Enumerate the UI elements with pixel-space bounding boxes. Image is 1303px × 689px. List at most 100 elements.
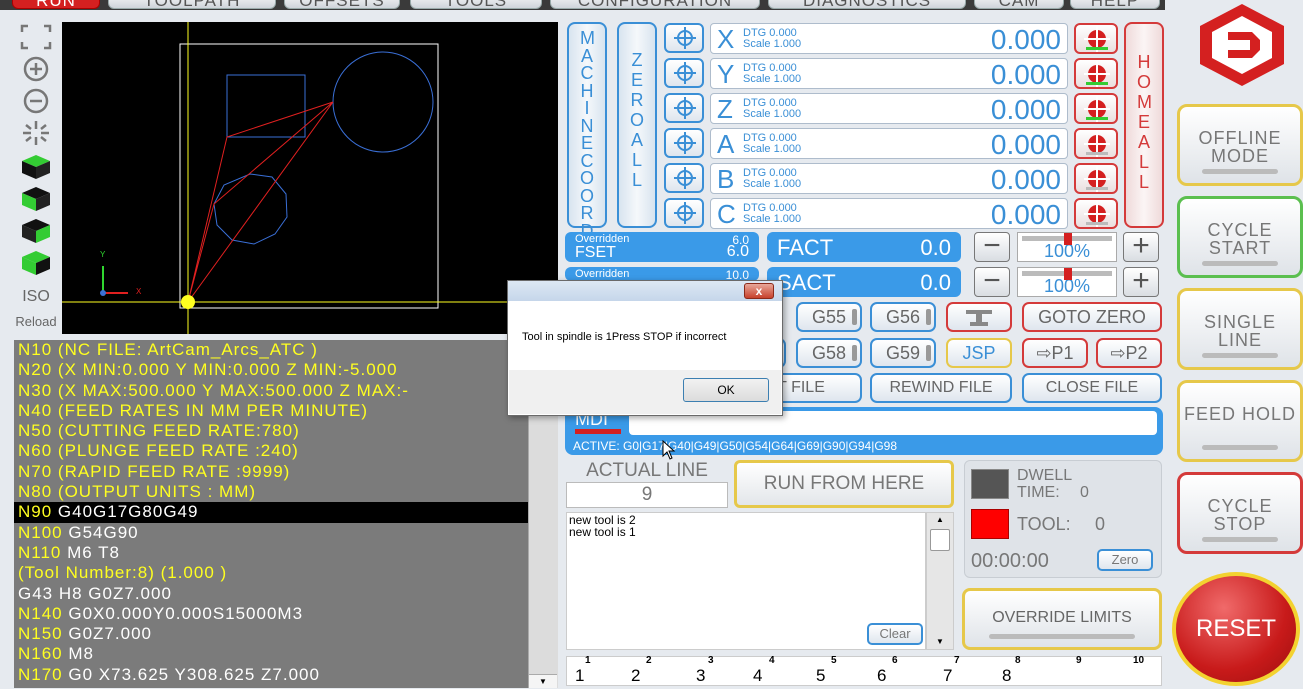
gcode-line[interactable]: N160 M8	[14, 644, 528, 664]
home-b-button[interactable]	[1074, 163, 1118, 194]
override-limits-button[interactable]: OVERRIDE LIMITS	[962, 588, 1162, 650]
gcode-line-current[interactable]: N90 G40G17G80G49	[14, 502, 528, 523]
zero-y-button[interactable]	[664, 58, 704, 88]
gcode-line[interactable]: N40 (FEED RATES IN MM PER MINUTE)	[14, 401, 528, 421]
goto-zero-button[interactable]: GOTO ZERO	[1022, 302, 1162, 332]
goto-p1-button[interactable]: ⇨P1	[1022, 338, 1088, 368]
dro-y[interactable]: Y DTG 0.000 Scale 1.000 0.000	[710, 58, 1068, 90]
tool-change-button[interactable]	[946, 302, 1012, 332]
zoom-out-icon[interactable]	[20, 88, 52, 114]
machine-coords-button[interactable]: MACHINE COORDS	[567, 22, 607, 257]
clear-messages-button[interactable]: Clear	[867, 623, 923, 645]
g56-button[interactable]: G56	[870, 302, 936, 332]
offline-mode-button[interactable]: OFFLINE MODE	[1177, 104, 1303, 186]
home-z-button[interactable]	[1074, 93, 1118, 124]
spindle-plus-button[interactable]: +	[1123, 266, 1159, 297]
g59-button[interactable]: G59	[870, 338, 936, 368]
gcode-line[interactable]: N60 (PLUNGE FEED RATE :240)	[14, 441, 528, 461]
gcode-line[interactable]: (Tool Number:8) (1.000 )	[14, 563, 528, 583]
gcode-line[interactable]: N100 G54G90	[14, 523, 528, 543]
dialog-ok-button[interactable]: OK	[683, 378, 769, 402]
zoom-in-icon[interactable]	[20, 56, 52, 82]
tab-cam[interactable]: CAM	[974, 0, 1064, 10]
gcode-line[interactable]: N30 (X MAX:500.000 Y MAX:500.000 Z MAX:-	[14, 381, 528, 401]
axis-name: Y	[717, 59, 735, 89]
cube-side-view-icon[interactable]	[20, 218, 52, 244]
jsp-button[interactable]: JSP	[946, 338, 1012, 368]
home-all-button[interactable]: HOME ALL	[1124, 22, 1164, 228]
home-a-button[interactable]	[1074, 128, 1118, 159]
gcode-line[interactable]: N50 (CUTTING FEED RATE:780)	[14, 421, 528, 441]
feed-minus-button[interactable]: −	[974, 231, 1010, 262]
tab-diagnostics[interactable]: DIAGNOSTICS	[768, 0, 966, 10]
timer-zero-button[interactable]: Zero	[1097, 549, 1153, 571]
tab-run[interactable]: RUN	[12, 0, 100, 10]
scroll-down-arrow-icon[interactable]: ▼	[927, 635, 953, 649]
slider-knob[interactable]	[1064, 233, 1072, 245]
tab-help[interactable]: HELP	[1070, 0, 1160, 10]
iso-label[interactable]: ISO	[14, 288, 58, 306]
gcode-line[interactable]: N110 M6 T8	[14, 543, 528, 563]
gcode-line[interactable]: N20 (X MIN:0.000 Y MIN:0.000 Z MIN:-5.00…	[14, 360, 528, 380]
tab-tools[interactable]: TOOLS	[410, 0, 542, 10]
cube-top-view-icon[interactable]	[20, 154, 52, 180]
scroll-thumb[interactable]	[930, 529, 950, 551]
goto-p2-button[interactable]: ⇨P2	[1096, 338, 1162, 368]
tab-configuration[interactable]: CONFIGURATION	[550, 0, 760, 10]
dialog-close-button[interactable]: x	[744, 283, 774, 299]
run-timer: 00:00:00	[971, 550, 1049, 572]
zero-a-button[interactable]	[664, 128, 704, 158]
fit-view-icon[interactable]	[20, 24, 52, 50]
home-target-icon	[1084, 201, 1110, 227]
gcode-line[interactable]: N70 (RAPID FEED RATE :9999)	[14, 462, 528, 482]
dro-b[interactable]: B DTG 0.000 Scale 1.000 0.000	[710, 163, 1068, 195]
g55-button[interactable]: G55	[796, 302, 862, 332]
feed-override-slider[interactable]: 100%	[1017, 232, 1117, 262]
cube-iso-view-icon[interactable]	[20, 250, 52, 276]
cycle-stop-button[interactable]: CYCLE STOP	[1177, 472, 1303, 554]
gcode-line[interactable]: N170 G0 X73.625 Y308.625 Z7.000	[14, 665, 528, 685]
home-c-button[interactable]	[1074, 198, 1118, 229]
cycle-start-button[interactable]: CYCLE START	[1177, 196, 1303, 278]
zero-z-button[interactable]	[664, 93, 704, 123]
dro-c[interactable]: C DTG 0.000 Scale 1.000 0.000	[710, 198, 1068, 230]
gcode-line[interactable]: N10 (NC FILE: ArtCam_Arcs_ATC )	[14, 340, 528, 360]
center-view-icon[interactable]	[20, 120, 52, 146]
mouse-cursor-icon	[662, 439, 676, 460]
feed-hold-button[interactable]: FEED HOLD	[1177, 380, 1303, 462]
feed-plus-button[interactable]: +	[1123, 231, 1159, 262]
message-box[interactable]: new tool is 2 new tool is 1 Clear	[566, 512, 926, 650]
gcode-line[interactable]: G43 H8 G0Z7.000	[14, 584, 528, 604]
gcode-listing[interactable]: N10 (NC FILE: ArtCam_Arcs_ATC ) N20 (X MI…	[14, 340, 528, 688]
gcode-line[interactable]: N150 G0Z7.000	[14, 624, 528, 644]
gcode-line[interactable]: N140 G0X0.000Y0.000S15000M3	[14, 604, 528, 624]
message-scrollbar[interactable]: ▲ ▼	[926, 512, 954, 650]
zero-all-button[interactable]: ZERO ALL	[617, 22, 657, 228]
home-x-button[interactable]	[1074, 23, 1118, 54]
reload-label[interactable]: Reload	[14, 314, 58, 329]
scroll-up-arrow-icon[interactable]: ▲	[927, 513, 953, 527]
slider-knob[interactable]	[1064, 268, 1072, 280]
spindle-minus-button[interactable]: −	[974, 266, 1010, 297]
scroll-down-arrow-icon[interactable]: ▼	[529, 674, 557, 688]
reset-button[interactable]: RESET	[1172, 572, 1300, 686]
dro-a[interactable]: A DTG 0.000 Scale 1.000 0.000	[710, 128, 1068, 160]
tab-toolpath[interactable]: TOOLPATH	[108, 0, 276, 10]
cube-front-view-icon[interactable]	[20, 186, 52, 212]
home-y-button[interactable]	[1074, 58, 1118, 89]
tab-offsets[interactable]: OFFSETS	[284, 0, 400, 10]
zero-x-button[interactable]	[664, 23, 704, 53]
dro-z[interactable]: Z DTG 0.000 Scale 1.000 0.000	[710, 93, 1068, 125]
spindle-override-slider[interactable]: 100%	[1017, 267, 1117, 297]
g58-button[interactable]: G58	[796, 338, 862, 368]
rewind-file-button[interactable]: REWIND FILE	[870, 373, 1012, 403]
zero-c-button[interactable]	[664, 198, 704, 228]
close-file-button[interactable]: CLOSE FILE	[1022, 373, 1162, 403]
actual-line-input[interactable]: 9	[566, 482, 728, 508]
single-line-button[interactable]: SINGLE LINE	[1177, 288, 1303, 370]
zero-b-button[interactable]	[664, 163, 704, 193]
run-from-here-button[interactable]: RUN FROM HERE	[734, 460, 954, 508]
dro-x[interactable]: X DTG 0.000 Scale 1.000 0.000	[710, 23, 1068, 55]
toolpath-viewport[interactable]: Y X	[62, 22, 558, 334]
gcode-line[interactable]: N80 (OUTPUT UNITS : MM)	[14, 482, 528, 502]
